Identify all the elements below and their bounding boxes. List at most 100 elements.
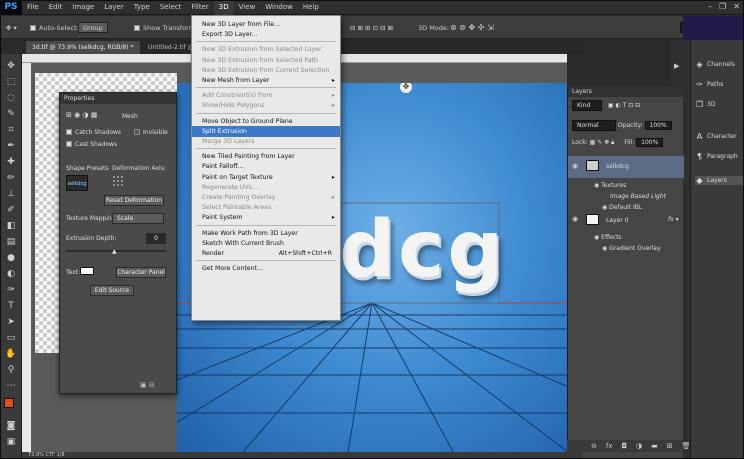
menu-layer[interactable]: Layer	[99, 0, 129, 15]
paragraph-icon: ¶	[696, 152, 703, 161]
shape-preset-thumbnail[interactable]: selkdcg	[66, 175, 88, 191]
auto-select-dropdown[interactable]: Group	[78, 22, 108, 33]
type-tool-icon[interactable]: T	[5, 300, 17, 312]
menu-type[interactable]: Type	[129, 0, 155, 15]
paragraph-panel-button[interactable]: ¶ Paragraph	[695, 152, 738, 161]
quick-select-tool-icon[interactable]: ✎	[5, 108, 17, 120]
filter-icons[interactable]: ▣ ◐ T ⊡ ⊟	[608, 102, 640, 109]
3d-panel-button[interactable]: ❒ 3D	[695, 100, 716, 109]
panel-footer-icons[interactable]: ▣ ⊟	[140, 381, 155, 389]
new-layer-icon[interactable]: ⊞	[667, 442, 673, 450]
link-layers-icon[interactable]: ⊖	[591, 442, 597, 450]
menu-edit[interactable]: Edit	[44, 0, 68, 15]
menu-3d[interactable]: 3D	[213, 0, 234, 15]
character-panel-button[interactable]: Character Panel	[116, 267, 166, 278]
menu-item-render[interactable]: Render Alt+Shift+Ctrl+R	[192, 248, 340, 259]
more-tools-icon[interactable]: ⋯	[5, 380, 17, 392]
texture-mapping-dropdown[interactable]: Scale	[112, 213, 164, 224]
menu-view[interactable]: View	[234, 0, 261, 15]
menu-select[interactable]: Select	[155, 0, 187, 15]
gradient-tool-icon[interactable]: ▤	[5, 236, 17, 248]
catch-shadows-checkbox[interactable]: Catch Shadows	[66, 129, 121, 136]
history-icon[interactable]: ▶	[674, 62, 679, 70]
lasso-tool-icon[interactable]: ◌	[5, 92, 17, 104]
auto-select-checkbox[interactable]: Auto-Select:	[30, 21, 79, 34]
layer-row-default-ibl[interactable]: ◉ Default IBL	[568, 204, 684, 211]
menu-item-export-3d-layer[interactable]: Export 3D Layer...	[192, 29, 340, 40]
extrusion-depth-input[interactable]: 0	[146, 233, 166, 244]
text-color-swatch[interactable]	[80, 267, 94, 275]
paths-panel-button[interactable]: ✑ Paths	[695, 80, 723, 89]
screen-mode-icon[interactable]: ▣	[5, 436, 17, 448]
eraser-tool-icon[interactable]: ◧	[5, 220, 17, 232]
layer-row-effects[interactable]: ◉ Effects	[568, 234, 684, 241]
menu-separator	[196, 112, 336, 114]
crop-tool-icon[interactable]: ⌗	[5, 124, 17, 136]
add-mask-icon[interactable]: ◘	[621, 442, 627, 450]
menu-window[interactable]: Window	[260, 0, 298, 15]
brush-tool-icon[interactable]: ✏	[5, 172, 17, 184]
restore-button[interactable]: ❐	[719, 2, 726, 11]
add-style-icon[interactable]: fx	[606, 442, 613, 450]
edit-source-button[interactable]: Edit Source	[90, 285, 134, 296]
character-panel-button[interactable]: A Character	[695, 132, 737, 141]
close-button[interactable]: ✕	[733, 2, 740, 11]
menu-item-merge-3d-layers[interactable]: Merge 3D Layers	[192, 136, 340, 147]
lock-icons[interactable]: ▦ ✎ ✥ 🔒︎	[590, 139, 615, 146]
reset-deformation-button[interactable]: Reset Deformation	[104, 195, 164, 206]
menu-image[interactable]: Image	[67, 0, 99, 15]
layer-row-textures[interactable]: ◉ Textures	[568, 182, 684, 189]
history-brush-icon[interactable]: ✐	[5, 204, 17, 216]
healing-tool-icon[interactable]: ✚	[5, 156, 17, 168]
minimize-button[interactable]: –	[708, 2, 712, 11]
marquee-tool-icon[interactable]: ⬚	[5, 76, 17, 88]
new-group-icon[interactable]: ▬	[651, 442, 658, 450]
menu-file[interactable]: File	[22, 0, 44, 15]
opacity-input[interactable]: 100%	[644, 121, 672, 130]
menu-item-label: New Tiled Painting from Layer	[202, 153, 295, 161]
move-tool-icon[interactable]: ✥ ▾	[6, 21, 17, 34]
deformation-axis-grid[interactable]	[112, 175, 124, 187]
eyedropper-tool-icon[interactable]: ✒	[5, 140, 17, 152]
shape-tool-icon[interactable]: ▭	[5, 332, 17, 344]
layer-row-image-based-light[interactable]: Image Based Light	[568, 193, 684, 200]
align-icons[interactable]: ⊟ ⊠ ⊞ ⊡ ⊟ ⊠	[350, 21, 393, 34]
foreground-color-swatch[interactable]	[4, 398, 14, 408]
mesh-label: Mesh	[122, 113, 138, 120]
menu-item-paint-system[interactable]: Paint System ▸	[192, 212, 340, 223]
channels-panel-button[interactable]: ◈ Channels	[695, 60, 734, 69]
move-tool-icon[interactable]: ✥	[5, 60, 17, 72]
blur-tool-icon[interactable]: ●	[5, 252, 17, 264]
invisible-checkbox[interactable]: Invisible	[134, 129, 168, 136]
dodge-tool-icon[interactable]: ◐	[5, 268, 17, 280]
slider-handle-icon[interactable]: ▲	[112, 248, 117, 255]
delete-layer-icon[interactable]: 🗑︎	[682, 442, 691, 450]
layers-panel-button[interactable]: ◆ Layers	[695, 176, 743, 185]
layer-row-layer-0[interactable]: ◉ Layer 0 fx ▾	[568, 212, 684, 230]
menu-filter[interactable]: Filter	[186, 0, 213, 15]
zoom-tool-icon[interactable]: ⚲	[5, 364, 17, 376]
blend-mode-dropdown[interactable]: Normal	[572, 120, 616, 131]
mesh-tab-icons[interactable]: ⊞ ◉ ◑ ▦	[66, 111, 97, 119]
adjustment-layer-icon[interactable]: ◑	[636, 442, 642, 450]
menu-item-get-more-content[interactable]: Get More Content...	[192, 263, 340, 274]
quick-mask-icon[interactable]: ◙	[5, 420, 17, 432]
menu-help[interactable]: Help	[298, 0, 324, 15]
fill-label: Fill:	[624, 139, 635, 146]
channels-icon: ◈	[696, 60, 703, 69]
layer-row-gradient-overlay[interactable]: ◉ Gradient Overlay	[568, 245, 684, 252]
kind-filter-dropdown[interactable]: Kind	[572, 100, 602, 111]
menu-item-label: Export 3D Layer...	[202, 31, 258, 39]
menu-item-show-hide-polygons[interactable]: Show/Hide Polygons ▸	[192, 100, 340, 111]
pen-tool-icon[interactable]: ✑	[5, 284, 17, 296]
menu-item-label: Show/Hide Polygons	[202, 102, 265, 110]
tab-3d-tif[interactable]: 3d.tif @ 73.9% (selkdcg, RGB/8) *	[26, 41, 140, 54]
menu-item-new-mesh-from-layer[interactable]: New Mesh from Layer ▸	[192, 75, 340, 86]
layer-row-selkdcg[interactable]: ◉ selkdcg	[568, 156, 684, 178]
fill-input[interactable]: 100%	[636, 138, 664, 147]
cast-shadows-checkbox[interactable]: Cast Shadows	[66, 141, 117, 148]
hand-tool-icon[interactable]: ✋	[5, 348, 17, 360]
stamp-tool-icon[interactable]: ⊥	[5, 188, 17, 200]
path-select-tool-icon[interactable]: ➤	[5, 316, 17, 328]
3d-mode-icons[interactable]: ⊛ ⊚ ✥ ✣ ⇲	[450, 21, 494, 34]
